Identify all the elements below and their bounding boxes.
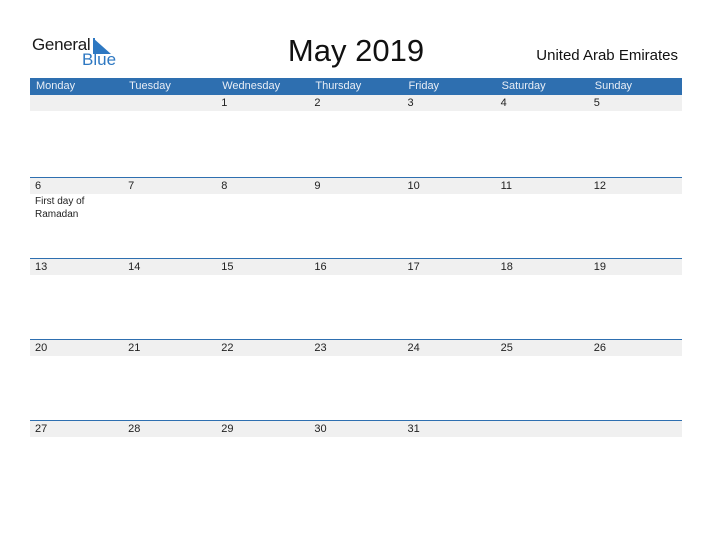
event-text <box>100 275 193 276</box>
event-text <box>30 437 100 438</box>
event-text <box>473 194 566 221</box>
date-number: 31 <box>407 423 420 435</box>
date-number <box>30 95 123 111</box>
weekday-sunday: Sunday <box>594 80 633 92</box>
event-text <box>30 111 100 112</box>
event-row: First day of Ramadan <box>30 194 682 221</box>
event-text <box>286 356 379 357</box>
event-row <box>30 275 682 276</box>
calendar-grid: Monday Tuesday Wednesday Thursday Friday Satu… <box>30 78 682 501</box>
event-text <box>100 437 193 438</box>
week-row: 20 21 22 23 24 25 26 <box>30 339 682 420</box>
weekday-thursday: Thursday <box>315 80 362 92</box>
date-number-row: 13 14 15 16 17 18 19 <box>30 259 682 275</box>
event-text <box>193 437 286 438</box>
event-text <box>30 356 100 357</box>
event-text <box>379 194 472 221</box>
week-row: 27 28 29 30 31 <box>30 420 682 501</box>
country-label: United Arab Emirates <box>536 47 678 64</box>
event-text <box>566 356 659 357</box>
event-text <box>193 275 286 276</box>
date-number: 3 <box>407 97 414 109</box>
week-row: 1 2 3 4 5 <box>30 95 682 177</box>
date-number-row: 20 21 22 23 24 25 26 <box>30 340 682 356</box>
event-row <box>30 356 682 357</box>
weekday-wednesday: Wednesday <box>222 80 281 92</box>
event-text <box>286 194 379 221</box>
date-number: 2 <box>314 97 321 109</box>
event-text <box>286 275 379 276</box>
event-text <box>473 356 566 357</box>
date-number <box>496 421 589 437</box>
date-number: 10 <box>407 180 420 192</box>
event-text <box>286 111 379 112</box>
week-row: 6 7 8 9 10 11 12 First day of Ramadan <box>30 177 682 258</box>
event-text <box>100 111 193 112</box>
week-row: 13 14 15 16 17 18 19 <box>30 258 682 339</box>
event-text <box>379 111 472 112</box>
date-number <box>589 421 682 437</box>
date-number: 20 <box>35 342 48 354</box>
date-number: 6 <box>35 180 42 192</box>
event-text <box>193 356 286 357</box>
event-text <box>100 194 193 221</box>
date-number-row: 1 2 3 4 5 <box>30 95 682 111</box>
weekday-saturday: Saturday <box>501 80 546 92</box>
date-number: 30 <box>314 423 327 435</box>
date-number: 21 <box>128 342 141 354</box>
date-number: 27 <box>35 423 48 435</box>
date-number: 25 <box>500 342 513 354</box>
date-number: 22 <box>221 342 234 354</box>
event-row <box>30 111 682 112</box>
date-number: 28 <box>128 423 141 435</box>
date-number: 19 <box>593 261 606 273</box>
weekday-header: Monday Tuesday Wednesday Thursday Friday Satu… <box>30 78 682 95</box>
date-number: 18 <box>500 261 513 273</box>
date-number: 15 <box>221 261 234 273</box>
weekday-friday: Friday <box>408 80 440 92</box>
event-text <box>566 111 659 112</box>
event-text <box>286 437 379 438</box>
event-text <box>193 111 286 112</box>
event-text <box>100 356 193 357</box>
date-number-row: 27 28 29 30 31 <box>30 421 682 437</box>
date-number: 23 <box>314 342 327 354</box>
date-number: 1 <box>221 97 228 109</box>
date-number: 14 <box>128 261 141 273</box>
date-number: 13 <box>35 261 48 273</box>
date-number: 16 <box>314 261 327 273</box>
event-text <box>379 437 472 438</box>
date-number: 29 <box>221 423 234 435</box>
date-number <box>123 95 216 111</box>
date-number: 24 <box>407 342 420 354</box>
date-number-row: 6 7 8 9 10 11 12 <box>30 178 682 194</box>
date-number: 8 <box>221 180 228 192</box>
weekday-monday: Monday <box>36 80 76 92</box>
event-row <box>30 437 682 438</box>
event-text <box>379 356 472 357</box>
event-text <box>473 437 566 438</box>
date-number: 26 <box>593 342 606 354</box>
date-number: 5 <box>593 97 600 109</box>
event-text <box>566 194 659 221</box>
event-text <box>566 275 659 276</box>
event-text <box>30 275 100 276</box>
date-number: 7 <box>128 180 135 192</box>
date-number: 12 <box>593 180 606 192</box>
event-text: First day of Ramadan <box>35 196 85 220</box>
event-text <box>193 194 286 221</box>
date-number: 17 <box>407 261 420 273</box>
event-text <box>566 437 659 438</box>
weekday-tuesday: Tuesday <box>129 80 171 92</box>
date-number: 11 <box>500 180 513 192</box>
event-text <box>473 111 566 112</box>
event-text <box>473 275 566 276</box>
date-number: 9 <box>314 180 321 192</box>
date-number: 4 <box>500 97 507 109</box>
event-text <box>379 275 472 276</box>
